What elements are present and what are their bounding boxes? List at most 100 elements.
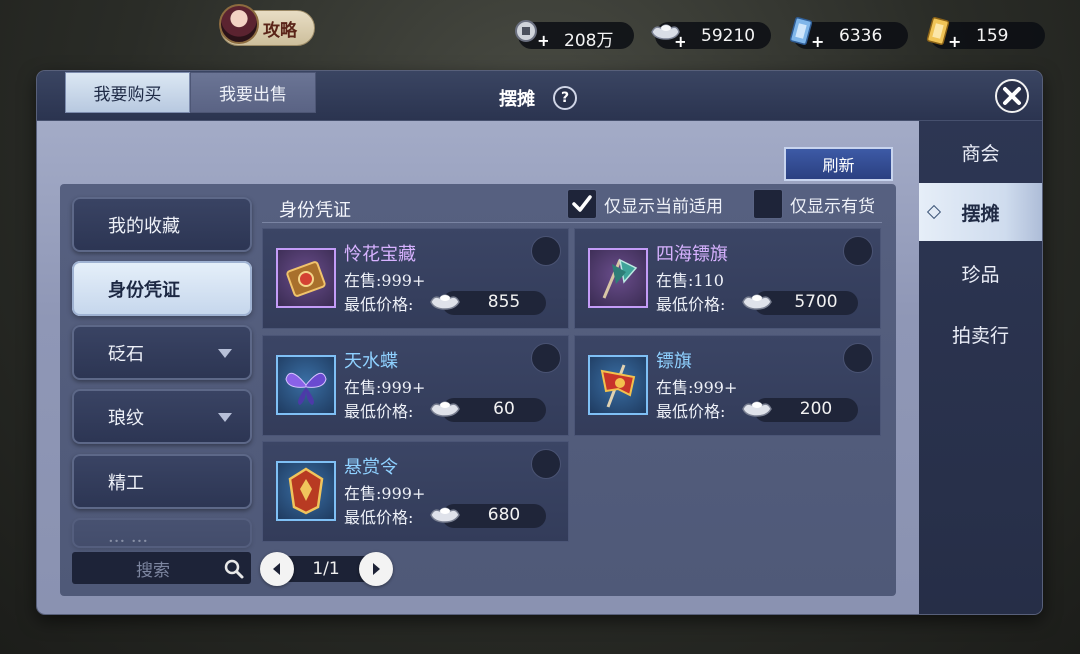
category-identity-credentials[interactable]: 身份凭证 [72, 261, 252, 316]
help-symbol: ? [560, 90, 570, 106]
price-label: 最低价格: [656, 295, 726, 314]
currency-silver[interactable]: + 59210 [651, 22, 771, 50]
filter-in-stock-checkbox[interactable] [753, 189, 783, 219]
select-radio[interactable] [531, 343, 561, 373]
silver-ingot-icon [430, 507, 460, 523]
section-divider [262, 222, 882, 223]
stock-prefix: 在售: [344, 484, 382, 503]
stock-prefix: 在售: [656, 271, 694, 290]
currency-value: 59210 [701, 26, 756, 46]
item-stock: 在售:110 [656, 267, 724, 291]
select-radio[interactable] [531, 449, 561, 479]
item-name: 悬赏令 [344, 457, 398, 478]
item-name: 四海镖旗 [656, 244, 728, 265]
filter-in-stock-label[interactable]: 仅显示有货 [790, 192, 875, 217]
silver-ingot-icon [430, 401, 460, 417]
search-icon[interactable] [223, 558, 245, 580]
close-button[interactable] [995, 79, 1029, 113]
gold-ticket-add-icon: + [926, 17, 960, 50]
guide-label: 攻略 [263, 20, 297, 41]
item-price: 680 [487, 505, 521, 525]
section-title: 身份凭证 [279, 200, 351, 221]
currency-gold-ticket[interactable]: + 159 [926, 17, 1045, 50]
price-label: 最低价格: [344, 508, 414, 527]
filter-current-checkbox[interactable] [567, 189, 597, 219]
search-input[interactable]: 搜索 [72, 552, 251, 584]
arrow-left-icon [273, 563, 280, 575]
category-label: 琅纹 [108, 407, 144, 429]
category-fine-craft[interactable]: 精工 [72, 454, 252, 509]
price-label: 最低价格: [656, 402, 726, 421]
search-placeholder: 搜索 [136, 560, 170, 581]
checkmark-icon [572, 195, 592, 212]
coin-pile-add-icon: + [515, 20, 548, 50]
arrow-right-icon [373, 563, 380, 575]
bounty-token-icon [276, 461, 336, 521]
select-radio[interactable] [531, 236, 561, 266]
price-label: 最低价格: [344, 402, 414, 421]
item-stock: 在售:999+ [344, 374, 425, 398]
category-label: 精工 [108, 472, 144, 494]
window-title: 摆摊 [499, 89, 535, 110]
category-bianstone[interactable]: 砭石 [72, 325, 252, 380]
side-nav-treasures[interactable]: 珍品 [919, 244, 1042, 302]
stock-prefix: 在售: [344, 378, 382, 397]
currency-blue-ticket[interactable]: + 6336 [789, 17, 908, 50]
side-nav-stall[interactable]: 摆摊 [919, 183, 1042, 241]
category-more[interactable]: ··· ··· [72, 518, 252, 552]
item-stock: 在售:999+ [344, 267, 425, 291]
item-price: 5700 [794, 292, 838, 312]
item-card[interactable]: 天水蝶 在售:999+ 最低价格: 60 [262, 335, 569, 436]
currency-coins[interactable]: + 208万 [515, 20, 634, 51]
tab-sell[interactable]: 我要出售 [190, 72, 316, 113]
silver-ingot-icon [742, 294, 772, 310]
category-label: ··· ··· [108, 530, 149, 552]
stock-prefix: 在售: [656, 378, 694, 397]
currency-value: 6336 [839, 26, 883, 46]
currency-value: 159 [976, 26, 1009, 46]
stock-value: 999+ [381, 378, 426, 397]
expand-arrow-icon [218, 413, 232, 422]
svg-text:+: + [674, 32, 685, 50]
strategy-guide-button[interactable]: 攻略 [219, 4, 315, 46]
stock-value: 999+ [693, 378, 738, 397]
silver-ingot-icon [742, 401, 772, 417]
item-card[interactable]: 怜花宝藏 在售:999+ 最低价格: 855 [262, 228, 569, 329]
blue-ticket-add-icon: + [789, 17, 823, 50]
svg-text:+: + [948, 32, 960, 50]
prev-page-button[interactable] [260, 552, 294, 586]
tab-label: 我要购买 [93, 85, 162, 105]
stock-prefix: 在售: [344, 271, 382, 290]
item-card[interactable]: 四海镖旗 在售:110 最低价格: 5700 [574, 228, 881, 329]
side-nav-label: 摆摊 [961, 202, 1000, 225]
currency-value: 208万 [564, 31, 614, 51]
category-favorites[interactable]: 我的收藏 [72, 197, 252, 252]
svg-text:+: + [537, 31, 548, 50]
item-price: 855 [487, 292, 521, 312]
side-nav-label: 拍卖行 [951, 324, 1009, 347]
category-rune-pattern[interactable]: 琅纹 [72, 389, 252, 444]
item-card[interactable]: 镖旗 在售:999+ 最低价格: 200 [574, 335, 881, 436]
select-radio[interactable] [843, 343, 873, 373]
svg-text:+: + [811, 32, 823, 50]
side-nav-label: 商会 [961, 142, 1000, 165]
silver-ingot-icon [430, 294, 460, 310]
escort-flag-icon [588, 248, 648, 308]
page-indicator: 1/1 [312, 559, 340, 579]
item-card[interactable]: 悬赏令 在售:999+ 最低价格: 680 [262, 441, 569, 542]
category-label: 砭石 [108, 343, 144, 365]
item-name: 天水蝶 [344, 351, 398, 372]
item-name: 怜花宝藏 [344, 244, 416, 265]
help-icon[interactable]: ? [553, 86, 577, 110]
filter-current-label[interactable]: 仅显示当前适用 [604, 192, 723, 217]
side-nav-chamber-of-commerce[interactable]: 商会 [919, 123, 1042, 181]
select-radio[interactable] [843, 236, 873, 266]
refresh-label: 刷新 [822, 156, 855, 175]
refresh-button[interactable]: 刷新 [784, 147, 893, 181]
active-diamond-icon [926, 204, 942, 220]
next-page-button[interactable] [359, 552, 393, 586]
side-nav-auction-house[interactable]: 拍卖行 [919, 305, 1042, 363]
stock-value: 999+ [381, 484, 426, 503]
treasure-chest-icon [276, 248, 336, 308]
tab-buy[interactable]: 我要购买 [65, 72, 190, 113]
